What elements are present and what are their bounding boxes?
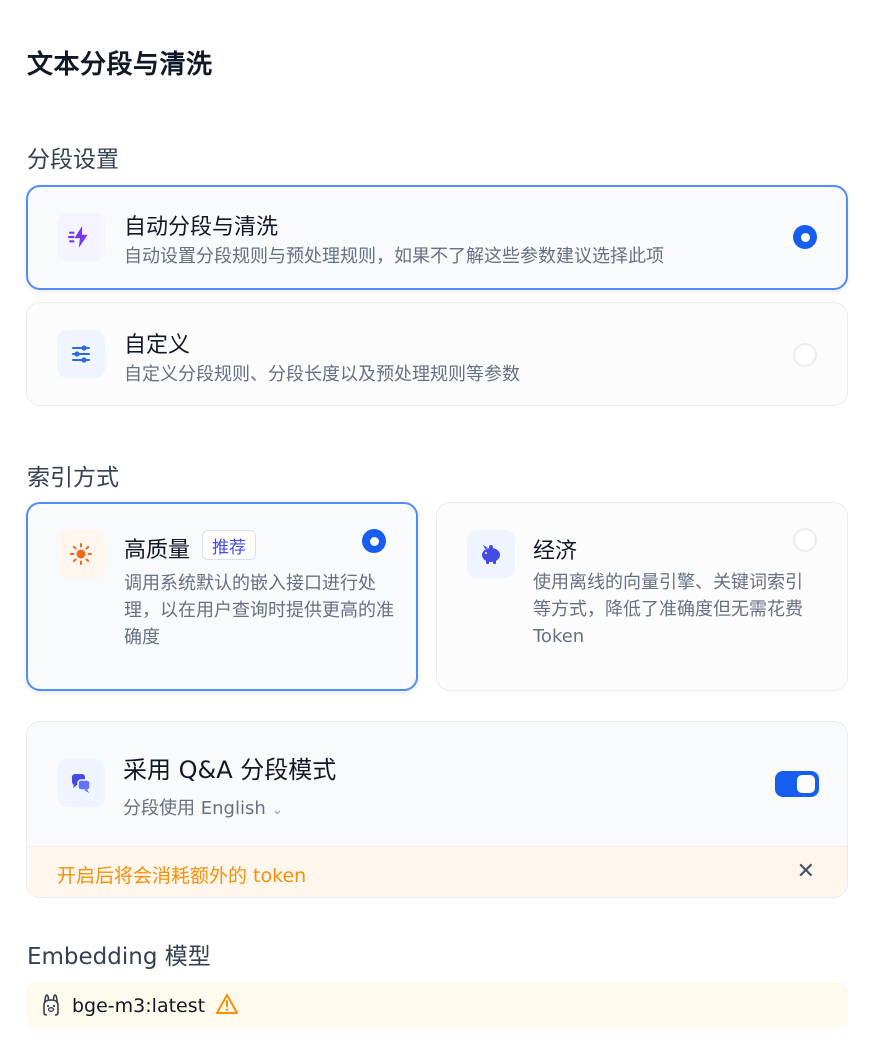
option-title: 自动分段与清洗 — [124, 215, 279, 240]
option-description: 自动设置分段规则与预处理规则，如果不了解这些参数建议选择此项 — [124, 246, 664, 267]
qa-mode-header: 采用 Q&A 分段模式 分段使用 English ⌄ — [27, 722, 847, 846]
option-title: 自定义 — [124, 333, 191, 358]
chevron-down-icon: ⌄ — [271, 802, 284, 818]
option-description: 使用离线的向量引擎、关键词索引等方式，降低了准确度但无需花费 Token — [533, 572, 803, 647]
option-custom-segment[interactable]: 自定义 自定义分段规则、分段长度以及预处理规则等参数 — [26, 302, 848, 406]
ollama-icon — [40, 993, 62, 1021]
qa-mode-toggle[interactable] — [775, 771, 819, 797]
radio-economy[interactable] — [793, 528, 817, 552]
qa-language-value: English — [200, 798, 266, 819]
warning-triangle-icon — [215, 993, 239, 1020]
qa-language-select[interactable]: 分段使用 English ⌄ — [123, 794, 283, 820]
lightning-icon — [57, 213, 105, 261]
radio-auto-segment[interactable] — [793, 225, 817, 249]
qa-language-prefix: 分段使用 — [123, 798, 195, 819]
embedding-model-select[interactable]: bge-m3:latest — [26, 982, 848, 1028]
embedding-title: Embedding 模型 — [27, 944, 211, 970]
qa-warning-bar: 开启后将会消耗额外的 token ✕ — [27, 846, 847, 897]
radio-custom-segment[interactable] — [793, 343, 817, 367]
qa-mode-card: 采用 Q&A 分段模式 分段使用 English ⌄ 开启后将会消耗额外的 to… — [26, 721, 848, 898]
qa-warning-text: 开启后将会消耗额外的 token — [57, 865, 307, 887]
option-description: 调用系统默认的嵌入接口进行处理，以在用户查询时提供更高的准确度 — [124, 573, 394, 648]
sun-icon — [57, 530, 105, 578]
index-mode-title: 索引方式 — [27, 465, 119, 491]
sliders-icon — [57, 330, 105, 378]
option-auto-segment[interactable]: 自动分段与清洗 自动设置分段规则与预处理规则，如果不了解这些参数建议选择此项 — [26, 185, 848, 290]
option-title: 高质量 — [124, 538, 191, 563]
segment-settings-title: 分段设置 — [27, 147, 119, 173]
recommend-badge: 推荐 — [202, 530, 256, 560]
option-title: 经济 — [533, 539, 578, 564]
option-description: 自定义分段规则、分段长度以及预处理规则等参数 — [124, 364, 520, 385]
close-icon[interactable]: ✕ — [797, 859, 815, 884]
embedding-model-name: bge-m3:latest — [72, 993, 239, 1020]
page-title: 文本分段与清洗 — [27, 50, 213, 80]
embedding-model-value: bge-m3:latest — [72, 995, 206, 1017]
piggy-bank-icon — [467, 530, 515, 578]
qa-mode-title: 采用 Q&A 分段模式 — [123, 756, 337, 784]
option-economy[interactable]: 经济 使用离线的向量引擎、关键词索引等方式，降低了准确度但无需花费 Token — [436, 502, 848, 691]
option-high-quality[interactable]: 高质量 推荐 调用系统默认的嵌入接口进行处理，以在用户查询时提供更高的准确度 — [26, 502, 418, 691]
radio-high-quality[interactable] — [362, 529, 386, 553]
chat-bubbles-icon — [57, 759, 105, 807]
